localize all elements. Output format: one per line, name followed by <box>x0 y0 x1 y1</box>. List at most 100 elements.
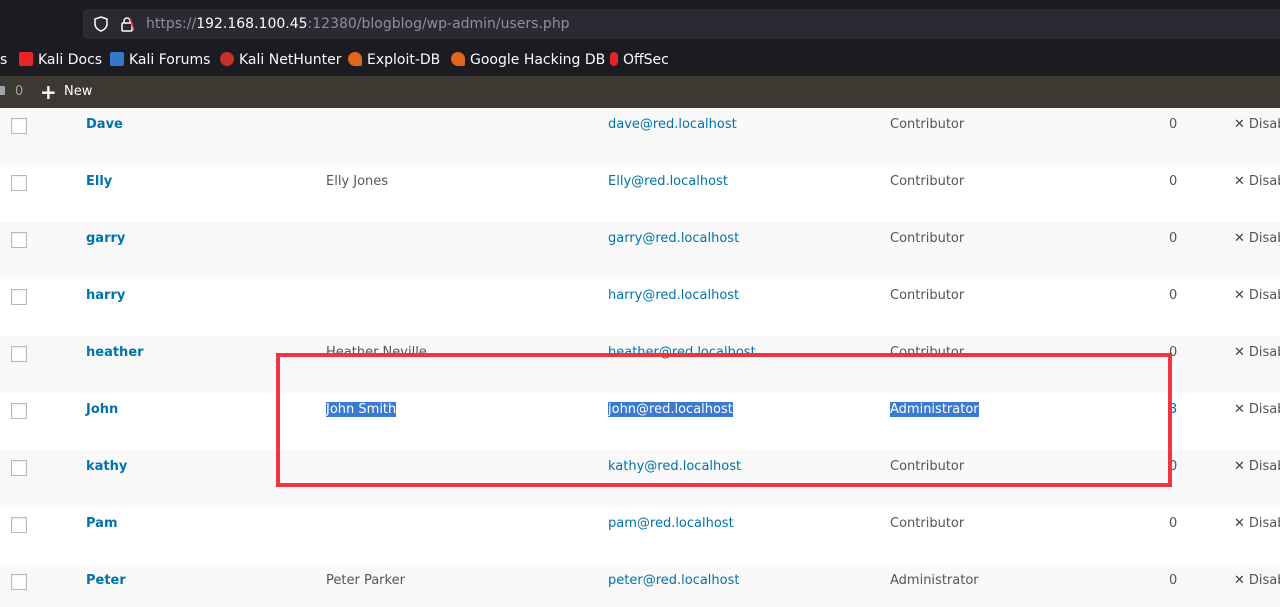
username-link[interactable]: heather <box>86 336 144 370</box>
row-checkbox[interactable] <box>11 460 27 476</box>
user-posts-count[interactable]: 0 <box>1169 165 1177 199</box>
table-row: kathy kathy@red.localhost Contributor 0 … <box>0 450 1280 507</box>
username-link[interactable]: Elly <box>86 165 112 199</box>
user-email-link[interactable]: heather@red.localhost <box>608 336 756 370</box>
table-row: Peter Peter Parker peter@red.localhost A… <box>0 564 1280 607</box>
close-icon: ✕ <box>1234 402 1245 417</box>
username-link[interactable]: harry <box>86 279 125 313</box>
table-row: Elly Elly Jones Elly@red.localhost Contr… <box>0 165 1280 222</box>
bookmark-partial[interactable]: s <box>0 48 7 76</box>
disable-action[interactable]: ✕Disab <box>1234 222 1280 256</box>
browser-toolbar: https://192.168.100.45:12380/blogblog/wp… <box>0 0 1280 48</box>
row-checkbox[interactable] <box>11 403 27 419</box>
user-role: Contributor <box>890 345 965 360</box>
lock-icon[interactable] <box>119 16 135 32</box>
new-button[interactable]: New <box>64 76 92 108</box>
bookmark-offsec[interactable]: OffSec <box>610 48 669 76</box>
user-email-link[interactable]: peter@red.localhost <box>608 564 740 598</box>
comment-bubble-icon[interactable] <box>0 86 5 95</box>
bookmarks-bar: s Kali Docs Kali Forums Kali NetHunter E… <box>0 48 1280 76</box>
bookmark-exploit-db[interactable]: Exploit-DB <box>348 48 440 76</box>
username-link[interactable]: Pam <box>86 507 118 541</box>
action-label: Disab <box>1248 573 1280 588</box>
table-row: Pam pam@red.localhost Contributor 0 ✕ Dis… <box>0 507 1280 564</box>
disable-action[interactable]: ✕Disab <box>1234 108 1280 142</box>
user-posts-count[interactable]: 0 <box>1169 336 1177 370</box>
action-label: Disab <box>1248 345 1280 360</box>
user-role: Contributor <box>890 174 965 189</box>
kali-nethunter-icon <box>220 52 234 66</box>
disable-action[interactable]: ✕Disab <box>1234 279 1280 313</box>
user-posts-count[interactable]: 0 <box>1169 222 1177 256</box>
user-email-link[interactable]: garry@red.localhost <box>608 222 739 256</box>
disable-action[interactable]: ✕Disab <box>1234 450 1280 484</box>
user-posts-count[interactable]: 3 <box>1169 393 1177 427</box>
row-checkbox[interactable] <box>11 517 27 533</box>
bookmark-label: Google Hacking DB <box>470 52 606 68</box>
user-posts-count[interactable]: 0 <box>1169 564 1177 598</box>
user-email-link[interactable]: harry@red.localhost <box>608 279 739 313</box>
close-icon: ✕ <box>1234 345 1245 360</box>
row-checkbox[interactable] <box>11 175 27 191</box>
bookmark-google-hacking-db[interactable]: Google Hacking DB <box>451 48 605 76</box>
bookmark-kali-nethunter[interactable]: Kali NetHunter <box>220 48 341 76</box>
disable-action[interactable]: ✕Disab <box>1234 507 1280 541</box>
action-label: Disab <box>1248 231 1280 246</box>
row-checkbox[interactable] <box>11 574 27 590</box>
user-email-link[interactable]: kathy@red.localhost <box>608 450 741 484</box>
url-path: :12380/blogblog/wp-admin/users.php <box>307 16 570 32</box>
disable-action[interactable]: ✕Disab <box>1234 393 1280 427</box>
bookmark-kali-docs[interactable]: Kali Docs <box>19 48 102 76</box>
user-role: Contributor <box>890 459 965 474</box>
url-text[interactable]: https://192.168.100.45:12380/blogblog/wp… <box>146 9 570 39</box>
username-link[interactable]: garry <box>86 222 125 256</box>
user-role: Contributor <box>890 117 965 132</box>
user-fullname: Elly Jones <box>326 174 389 189</box>
row-checkbox[interactable] <box>11 289 27 305</box>
bookmark-label: s <box>0 52 8 68</box>
user-email-link[interactable]: john@red.localhost <box>608 393 733 427</box>
disable-action[interactable]: ✕Disab <box>1234 564 1280 598</box>
bookmark-label: Kali NetHunter <box>239 52 342 68</box>
disable-action[interactable]: ✕Disab <box>1234 165 1280 199</box>
user-posts-count[interactable]: 0 <box>1169 507 1177 541</box>
user-role: Contributor <box>890 516 965 531</box>
user-email-link[interactable]: dave@red.localhost <box>608 108 737 142</box>
action-label: Disab <box>1248 174 1280 189</box>
bookmark-label: Kali Forums <box>129 52 211 68</box>
bookmark-kali-forums[interactable]: Kali Forums <box>110 48 210 76</box>
user-role: Administrator <box>890 573 979 588</box>
action-label: Disab <box>1248 516 1280 531</box>
user-role: Administrator <box>890 393 979 427</box>
user-posts-count[interactable]: 0 <box>1169 450 1177 484</box>
table-row: John John Smith john@red.localhost Admin… <box>0 393 1280 450</box>
selected-text: John Smith <box>326 402 397 417</box>
shield-icon[interactable] <box>93 16 109 32</box>
username-link[interactable]: John <box>86 393 118 427</box>
user-posts-count[interactable]: 0 <box>1169 279 1177 313</box>
table-row: heather Heather Neville heather@red.loca… <box>0 336 1280 393</box>
bookmark-label: Kali Docs <box>38 52 103 68</box>
table-row: harry harry@red.localhost Contributor 0 … <box>0 279 1280 336</box>
username-link[interactable]: kathy <box>86 450 127 484</box>
action-label: Disab <box>1248 288 1280 303</box>
username-link[interactable]: Peter <box>86 564 126 598</box>
row-checkbox[interactable] <box>11 232 27 248</box>
row-checkbox[interactable] <box>11 346 27 362</box>
username-link[interactable]: Dave <box>86 108 123 142</box>
user-posts-count[interactable]: 0 <box>1169 108 1177 142</box>
plus-icon[interactable]: + <box>40 76 57 108</box>
comments-count[interactable]: 0 <box>15 76 23 108</box>
address-bar[interactable]: https://192.168.100.45:12380/blogblog/wp… <box>83 9 1280 39</box>
user-email-link[interactable]: Elly@red.localhost <box>608 165 728 199</box>
table-row: Dave dave@red.localhost Contributor 0 ✕ D… <box>0 108 1280 165</box>
selected-text: john@red.localhost <box>608 402 733 417</box>
table-row: garry garry@red.localhost Contributor 0 … <box>0 222 1280 279</box>
disable-action[interactable]: ✕Disab <box>1234 336 1280 370</box>
bookmark-label: OffSec <box>623 52 669 68</box>
offsec-icon <box>610 52 618 66</box>
selected-text: Administrator <box>890 402 979 417</box>
row-checkbox[interactable] <box>11 118 27 134</box>
user-email-link[interactable]: pam@red.localhost <box>608 507 734 541</box>
bookmark-label: Exploit-DB <box>367 52 441 68</box>
